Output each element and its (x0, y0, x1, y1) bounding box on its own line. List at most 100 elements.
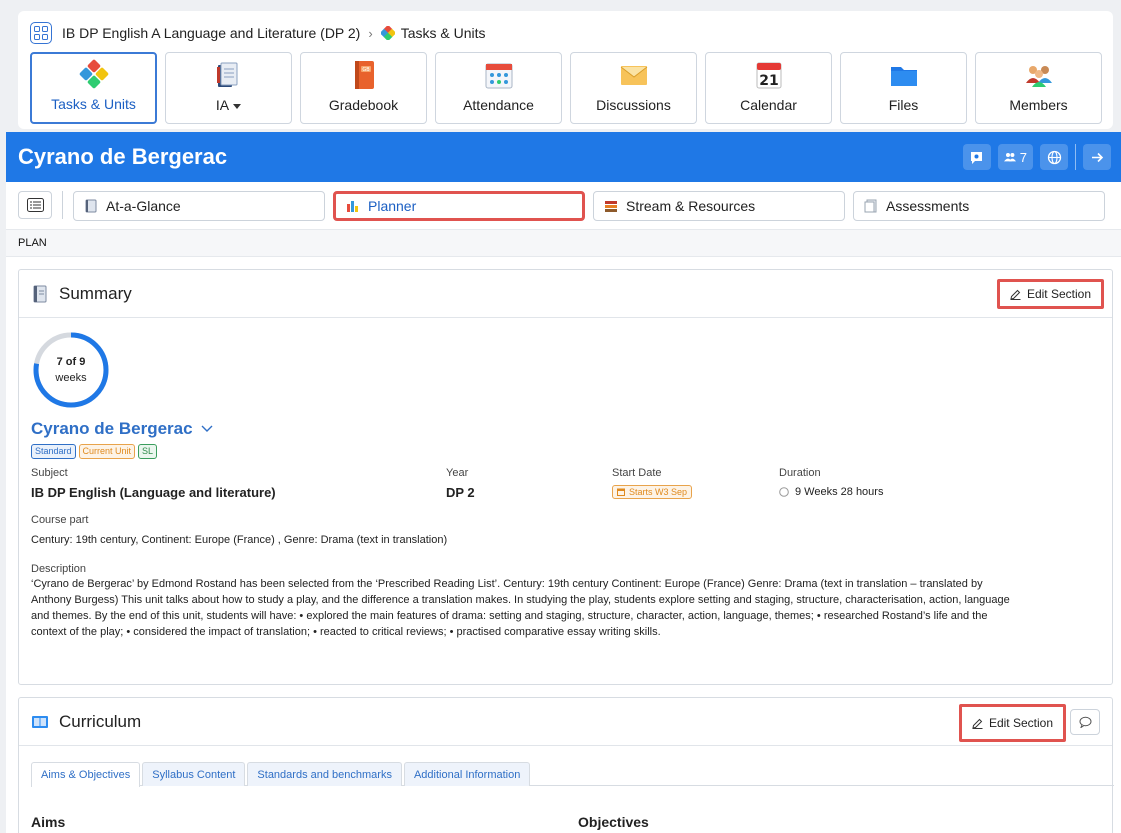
objectives-heading: Objectives (578, 814, 649, 830)
curriculum-edit-section-button[interactable]: Edit Section (958, 704, 1066, 742)
course-part-value: Century: 19th century, Continent: Europe… (31, 534, 448, 546)
nav-tab-label: Tasks & Units (51, 96, 136, 112)
start-date-value: Starts W3 Sep (629, 487, 688, 497)
start-date-label: Start Date (612, 467, 662, 479)
nav-tab-gradebook[interactable]: GB Gradebook (300, 52, 427, 124)
calendar-small-icon (617, 488, 625, 496)
tab-planner[interactable]: Planner (333, 191, 585, 221)
tab-label: Assessments (886, 198, 970, 214)
summary-edit-section-button[interactable]: Edit Section (996, 279, 1104, 309)
breadcrumb-course[interactable]: IB DP English A Language and Literature … (62, 25, 360, 41)
unit-name: Cyrano de Bergerac (31, 419, 193, 438)
pencil-icon (1010, 289, 1021, 300)
next-button[interactable] (1083, 144, 1111, 170)
duration-value: 9 Weeks 28 hours (795, 486, 884, 498)
books-icon (216, 62, 237, 87)
attendance-icon (485, 63, 512, 89)
plan-label: PLAN (18, 237, 47, 249)
nav-tab-files[interactable]: Files (840, 52, 967, 124)
progress-weeks-value: 7 of 9 (56, 356, 86, 368)
members-icon (1025, 66, 1052, 87)
subject-label: Subject (31, 467, 68, 479)
progress-weeks-unit: weeks (55, 372, 87, 384)
year-label: Year (446, 467, 469, 479)
comment-button[interactable] (1070, 709, 1100, 735)
course-header-card: IB DP English A Language and Literature … (18, 11, 1113, 129)
section-title: Curriculum (59, 712, 142, 731)
stack-icon (605, 201, 617, 212)
header-actions: 7 (962, 144, 1111, 170)
curriculum-tabs: Aims & Objectives Syllabus Content Stand… (31, 762, 1114, 787)
year-value: DP 2 (446, 485, 475, 500)
notebook-icon (33, 285, 47, 303)
list-icon (26, 198, 44, 212)
members-count-button[interactable]: 7 (997, 144, 1033, 170)
section-title: Summary (59, 284, 132, 303)
nav-tab-label: Gradebook (328, 97, 399, 113)
nav-tab-attendance[interactable]: Attendance (435, 52, 562, 124)
outline-toggle-button[interactable] (18, 191, 52, 219)
globe-button[interactable] (1040, 144, 1068, 170)
tab-stream-resources[interactable]: Stream & Resources (593, 191, 845, 221)
tab-additional-information[interactable]: Additional Information (403, 762, 531, 786)
standard-badge: Standard (31, 444, 76, 459)
unit-sub-tabs: At-a-Glance Planner Stream & Resources A… (18, 191, 1105, 221)
subject-value: IB DP English (Language and literature) (31, 485, 276, 500)
unit-main-content: At-a-Glance Planner Stream & Resources A… (6, 182, 1121, 833)
apps-grid-icon[interactable] (30, 22, 52, 44)
nav-tab-label: Attendance (463, 97, 534, 113)
duration-info: 9 Weeks 28 hours (779, 486, 883, 498)
nav-tab-label: Members (1009, 97, 1068, 113)
unit-badges: Standard Current Unit SL (31, 444, 158, 459)
tab-at-a-glance[interactable]: At-a-Glance (73, 191, 325, 221)
clock-icon (779, 487, 789, 497)
start-date-badge: Starts W3 Sep (612, 485, 693, 499)
tab-assessments[interactable]: Assessments (853, 191, 1105, 221)
calendar-day: 21 (759, 73, 778, 89)
breadcrumb-current: Tasks & Units (400, 25, 486, 41)
course-part-label: Course part (31, 514, 89, 526)
description-label: Description (31, 563, 87, 575)
calendar-icon: 21 (756, 62, 781, 89)
book-icon (32, 716, 48, 728)
edit-label: Edit Section (988, 716, 1053, 730)
summary-section: Summary Edit Section 7 of 9 weeks Cyrano… (18, 269, 1113, 685)
nav-tab-tasks-units[interactable]: Tasks & Units (30, 52, 157, 124)
curriculum-header: Curriculum Edit Section (19, 698, 1112, 746)
unit-header-bar: Cyrano de Bergerac 7 (6, 132, 1121, 182)
tab-standards-benchmarks[interactable]: Standards and benchmarks (247, 762, 402, 786)
tab-label: At-a-Glance (106, 198, 181, 214)
nav-tab-discussions[interactable]: Discussions (570, 52, 697, 124)
puzzle-icon (380, 26, 395, 40)
course-nav-tabs: Tasks & Units IA GB Gradebook Attendance… (30, 52, 1102, 124)
sl-badge: SL (138, 444, 158, 459)
nav-tab-members[interactable]: Members (975, 52, 1102, 124)
nav-tab-calendar[interactable]: 21 Calendar (705, 52, 832, 124)
tab-syllabus-content[interactable]: Syllabus Content (142, 762, 246, 786)
comment-icon (1079, 716, 1091, 728)
divider (62, 191, 63, 219)
notebook-icon (85, 199, 97, 213)
users-icon (1003, 153, 1016, 162)
papers-icon (864, 199, 877, 213)
puzzle-icon (79, 59, 108, 89)
curriculum-section: Curriculum Edit Section Aims & Objective… (18, 697, 1114, 833)
chat-button[interactable] (962, 144, 991, 170)
current-unit-badge: Current Unit (78, 444, 136, 459)
folder-icon (890, 67, 917, 86)
progress-text: 7 of 9 weeks (31, 354, 111, 386)
unit-name-dropdown[interactable]: Cyrano de Bergerac (31, 419, 213, 439)
gradebook-icon: GB (354, 61, 374, 89)
nav-tab-ia[interactable]: IA (165, 52, 292, 124)
envelope-icon (620, 66, 647, 85)
pencil-icon (972, 718, 983, 729)
chevron-right-icon: › (368, 25, 373, 41)
nav-tab-label: Files (888, 97, 919, 113)
duration-label: Duration (779, 467, 821, 479)
tab-aims-objectives[interactable]: Aims & Objectives (31, 762, 141, 787)
nav-tab-label: IA (215, 97, 230, 113)
arrow-right-icon (1091, 152, 1103, 162)
plan-strip: PLAN (6, 229, 1121, 257)
header-divider (1075, 144, 1076, 170)
globe-icon (1047, 150, 1061, 164)
